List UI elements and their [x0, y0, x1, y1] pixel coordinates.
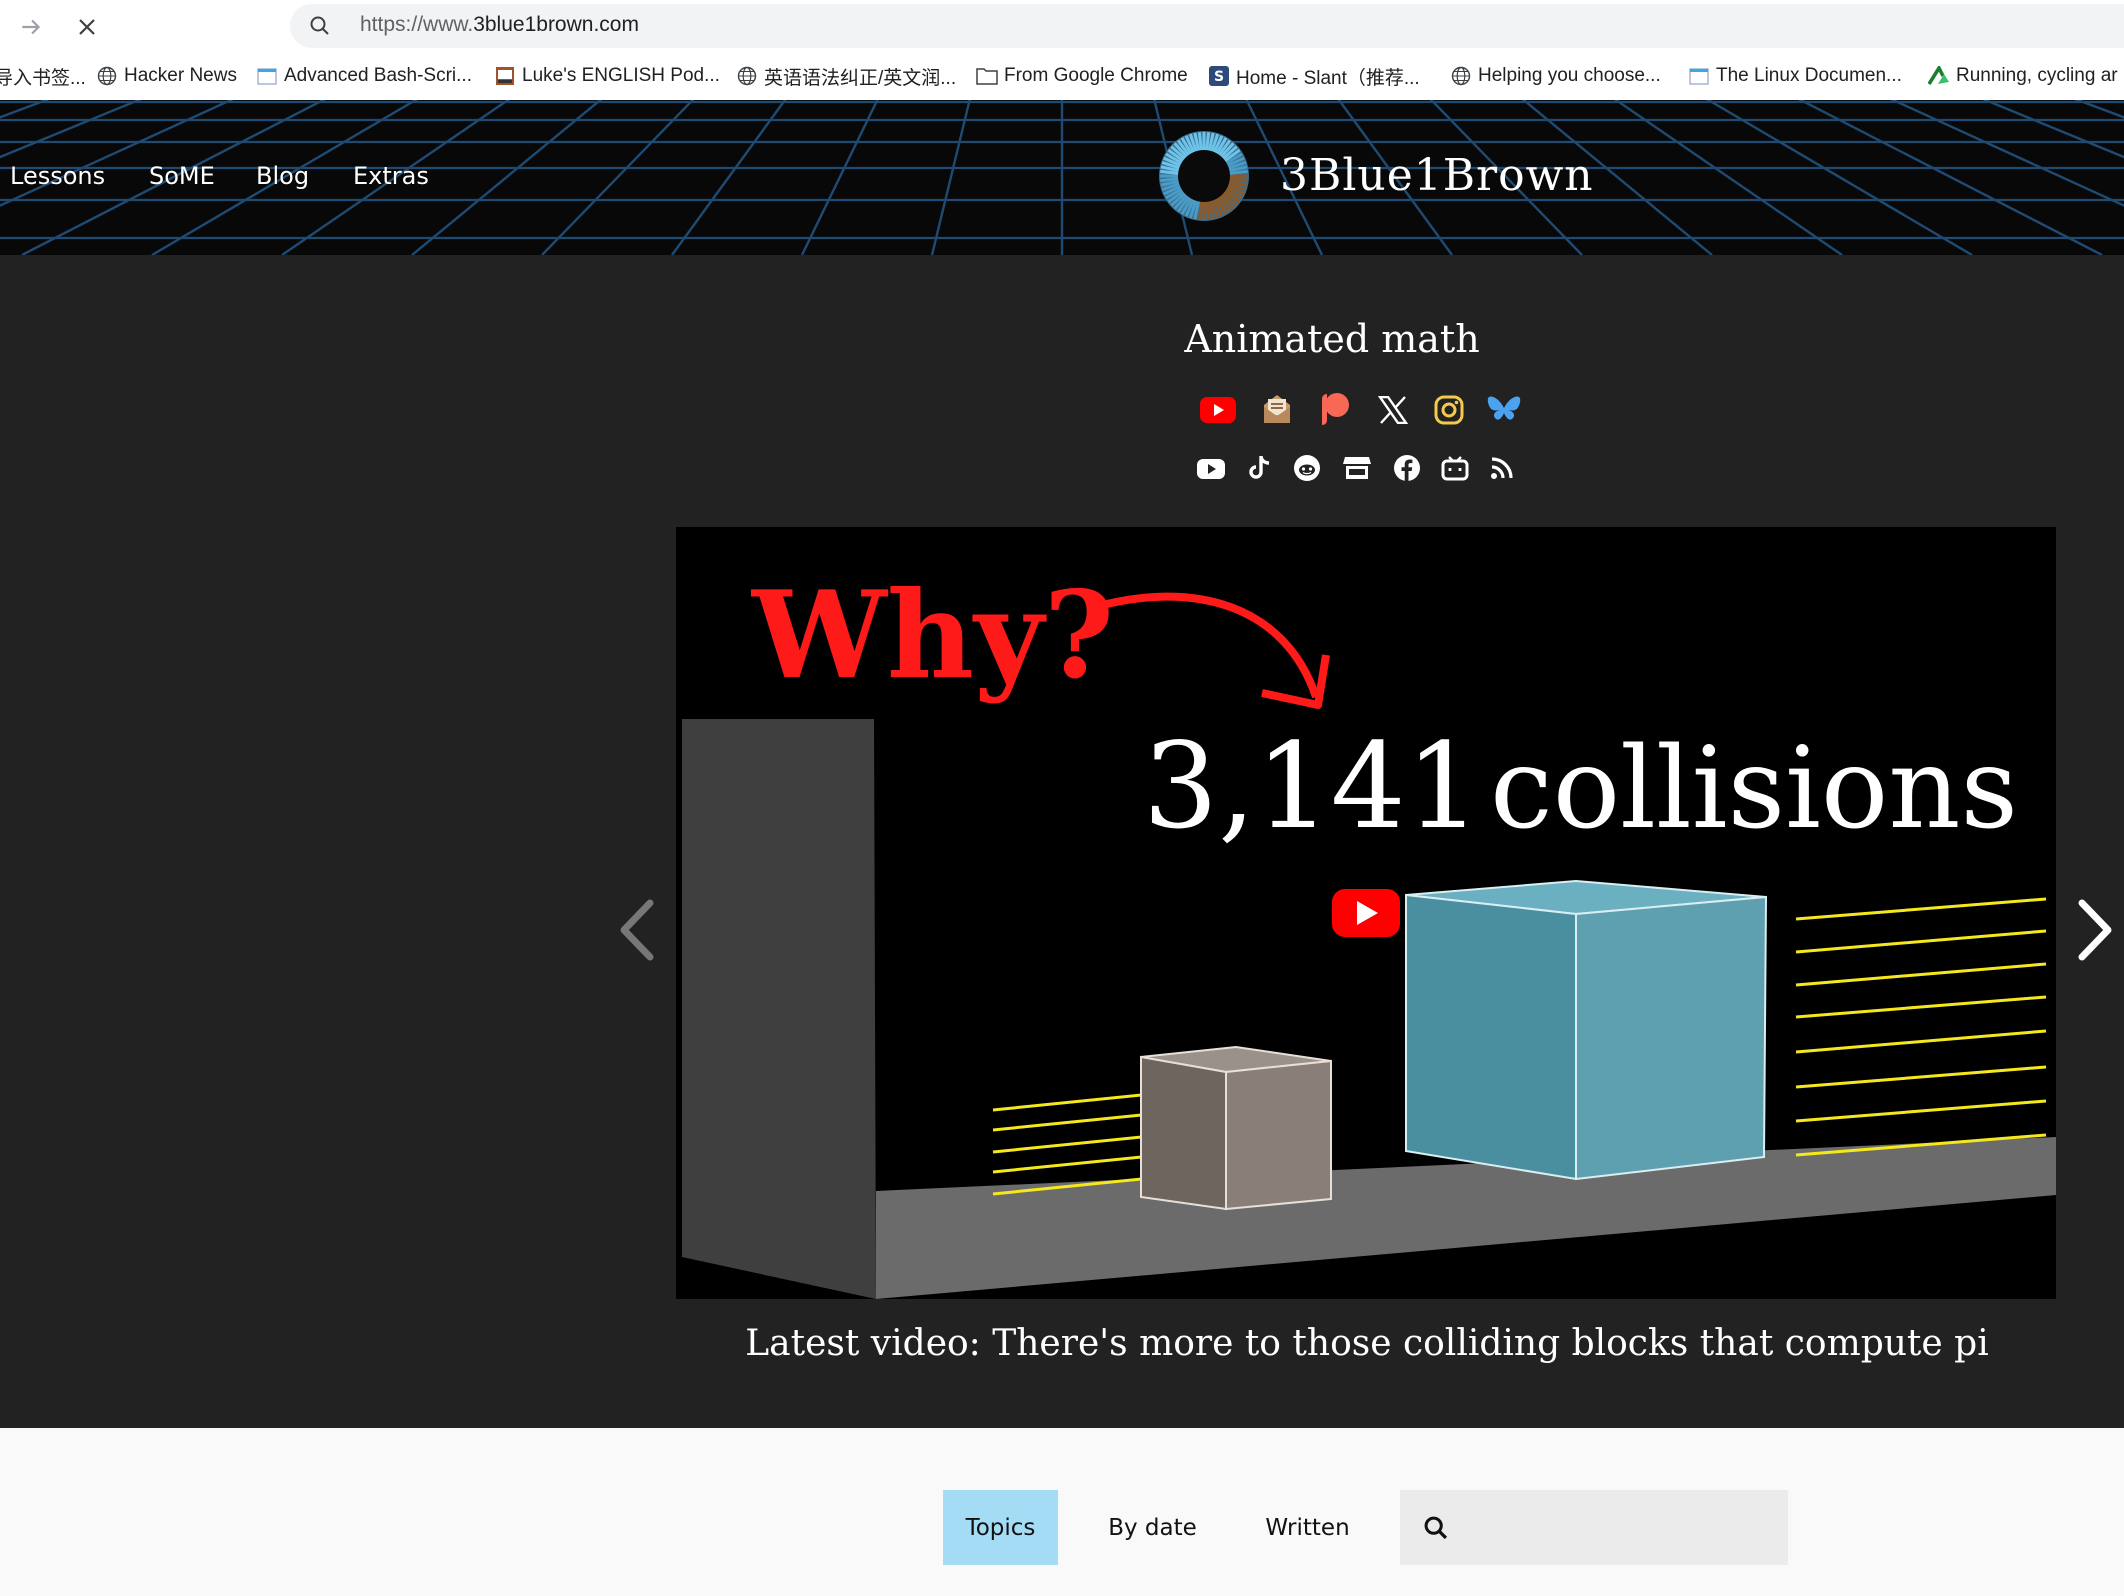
wall: [682, 719, 876, 1299]
patreon-icon[interactable]: [1318, 391, 1352, 427]
folder-icon: [976, 65, 998, 87]
bluesky-icon[interactable]: [1486, 393, 1522, 427]
bookmarks-bar: 导入书签... Hacker News Advanced Bash-Scri... L…: [0, 56, 2124, 96]
big-block: [1405, 879, 1768, 1181]
mail-icon[interactable]: [1260, 391, 1294, 427]
pi-creature-eye-logo-icon[interactable]: [1158, 130, 1250, 222]
stop-loading-button[interactable]: [70, 10, 104, 44]
red-arrow: [1086, 592, 1320, 699]
globe-icon: [1450, 65, 1472, 87]
bookmark-item[interactable]: Hacker News: [96, 62, 237, 90]
bookmark-item[interactable]: Advanced Bash-Scri...: [256, 62, 472, 90]
podcast-icon: [494, 65, 516, 87]
search-icon: [1424, 1516, 1448, 1540]
tab-topics[interactable]: Topics: [943, 1490, 1058, 1565]
bookmark-item[interactable]: S Home - Slant（推荐...: [1208, 62, 1420, 90]
browser-chrome: https://www.3blue1brown.com 导入书签... Hacke…: [0, 0, 2124, 101]
red-arrowhead: [1261, 654, 1330, 709]
latest-video-thumbnail[interactable]: Why? 3,141 collisions: [676, 527, 2056, 1299]
thumb-why-text: Why?: [750, 565, 1114, 706]
video-thumbnail-art: Why? 3,141 collisions: [682, 565, 2056, 1299]
thumb-collisions-text: collisions: [1490, 724, 2018, 854]
globe-icon: [736, 65, 758, 87]
bookmark-label: Hacker News: [124, 65, 237, 86]
bilibili-icon[interactable]: [1440, 453, 1470, 483]
bookmark-item[interactable]: 英语语法纠正/英文润...: [736, 62, 956, 90]
bookmark-label: Advanced Bash-Scri...: [284, 65, 472, 86]
bookmark-label: Home - Slant（推荐...: [1236, 67, 1420, 89]
tagline: Animated math: [1184, 317, 1480, 361]
arrow-right-icon: [22, 19, 41, 35]
facebook-icon[interactable]: [1392, 453, 1422, 483]
grid-line: [541, 100, 695, 255]
tab-by-date[interactable]: By date: [1090, 1490, 1215, 1565]
close-icon: [79, 19, 95, 35]
x-icon[interactable]: [1376, 393, 1410, 427]
reddit-icon[interactable]: [1292, 453, 1322, 483]
chevron-right-icon[interactable]: [2070, 895, 2120, 965]
bookmark-item[interactable]: 导入书签...: [0, 62, 86, 90]
nav-some[interactable]: SoME: [149, 162, 215, 190]
bookmark-label: From Google Chrome: [1004, 65, 1188, 86]
rss-icon[interactable]: [1488, 453, 1516, 483]
toolbar: https://www.3blue1brown.com: [0, 0, 2124, 52]
bookmark-item[interactable]: Helping you choose...: [1450, 62, 1661, 90]
hero-section: Animated math Why? 3,141 collisions Late…: [0, 255, 2124, 1428]
bookmark-label: Running, cycling ar: [1956, 65, 2118, 86]
nav-lessons[interactable]: Lessons: [10, 162, 105, 190]
page-icon: [1688, 65, 1710, 87]
search-icon: [310, 16, 329, 35]
thumb-count-text: 3,141: [1143, 717, 1481, 855]
search-input[interactable]: [1400, 1490, 1788, 1565]
bookmark-label: 英语语法纠正/英文润...: [764, 67, 957, 89]
bookmark-item[interactable]: Running, cycling ar: [1928, 62, 2118, 90]
tiktok-icon[interactable]: [1246, 453, 1274, 483]
play-icon[interactable]: [1332, 889, 1400, 937]
bookmark-label: 导入书签...: [0, 67, 86, 89]
bookmark-label: Helping you choose...: [1478, 65, 1661, 86]
nav-extras[interactable]: Extras: [353, 162, 429, 190]
bookmark-label: Luke's ENGLISH Pod...: [522, 65, 720, 86]
grid-line: [930, 100, 971, 255]
grid-line: [800, 100, 879, 255]
page-icon: [256, 65, 278, 87]
bookmark-item[interactable]: The Linux Documen...: [1688, 62, 1902, 90]
content-filter-tabs: Topics By date Written: [0, 1428, 2124, 1596]
site-logo-text[interactable]: 3Blue1Brown: [1280, 150, 1594, 201]
nav-blog[interactable]: Blog: [256, 162, 309, 190]
site-header: Lessons SoME Blog Extras 3Blue1Brown: [0, 100, 2124, 255]
bookmark-item[interactable]: From Google Chrome: [976, 62, 1188, 90]
slant-icon: S: [1208, 65, 1230, 87]
youtube-alt-icon[interactable]: [1196, 455, 1226, 483]
forward-button[interactable]: [14, 10, 48, 44]
address-bar[interactable]: https://www.3blue1brown.com: [290, 4, 2124, 48]
globe-icon: [96, 65, 118, 87]
latest-video-caption[interactable]: Latest video: There's more to those coll…: [0, 1323, 2124, 1364]
strava-icon: [1928, 65, 1950, 87]
url-text[interactable]: https://www.3blue1brown.com: [360, 13, 639, 37]
small-block: [1140, 1045, 1332, 1211]
bookmark-item[interactable]: Luke's ENGLISH Pod...: [494, 62, 720, 90]
youtube-icon[interactable]: [1200, 393, 1236, 427]
chevron-left-icon[interactable]: [612, 895, 662, 965]
grid-background: [0, 100, 2124, 255]
bookmark-label: The Linux Documen...: [1716, 65, 1902, 86]
svg-text:S: S: [1214, 69, 1224, 85]
big-block-motion-lines: [1795, 897, 2047, 1157]
tab-written[interactable]: Written: [1240, 1490, 1375, 1565]
store-icon[interactable]: [1342, 453, 1372, 483]
instagram-icon[interactable]: [1432, 393, 1466, 427]
